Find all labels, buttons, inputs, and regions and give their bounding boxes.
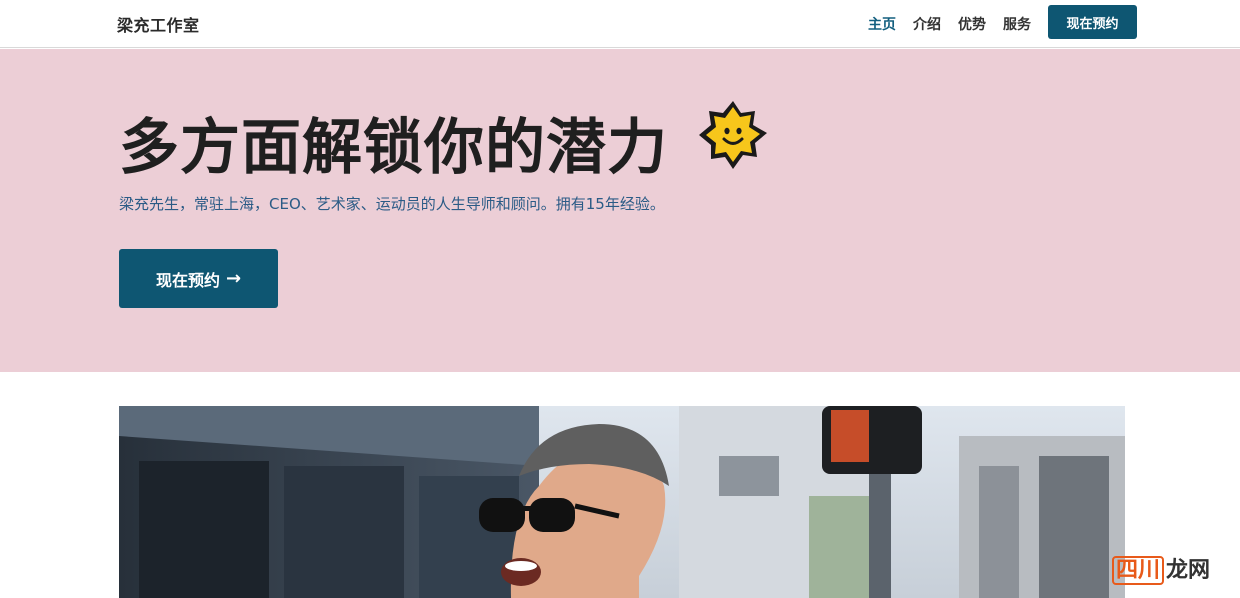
hero-subtitle: 梁充先生，常驻上海，CEO、艺术家、运动员的人生导师和顾问。拥有15年经验。 xyxy=(119,195,665,213)
hero-book-button-label: 现在预约 xyxy=(155,270,220,290)
nav-link-about[interactable]: 介绍 xyxy=(913,14,941,34)
nav-links: 主页 介绍 优势 服务 xyxy=(868,14,1031,34)
nav-link-home[interactable]: 主页 xyxy=(868,14,896,34)
hero-photo xyxy=(119,406,1125,598)
nav-book-button[interactable]: 现在预约 xyxy=(1048,5,1137,39)
watermark-part-a: 四川 xyxy=(1112,556,1165,585)
hero-book-button[interactable]: 现在预约 → xyxy=(119,249,278,308)
arrow-right-icon: → xyxy=(225,268,242,289)
watermark-part-b: 龙网 xyxy=(1166,558,1211,583)
nav-link-services[interactable]: 服务 xyxy=(1003,14,1031,34)
navbar: 梁充工作室 主页 介绍 优势 服务 现在预约 xyxy=(0,0,1240,48)
sun-smile-icon xyxy=(699,101,767,169)
brand-logo[interactable]: 梁充工作室 xyxy=(117,12,200,36)
hero-section: 多方面解锁你的潜力 梁充先生，常驻上海，CEO、艺术家、运动员的人生导师和顾问。… xyxy=(0,49,1240,372)
hero-title: 多方面解锁你的潜力 xyxy=(119,113,668,183)
street-photo-illustration xyxy=(119,406,1125,598)
site-watermark: 四川 龙网 xyxy=(1112,552,1211,585)
nav-link-advantages[interactable]: 优势 xyxy=(958,14,986,34)
